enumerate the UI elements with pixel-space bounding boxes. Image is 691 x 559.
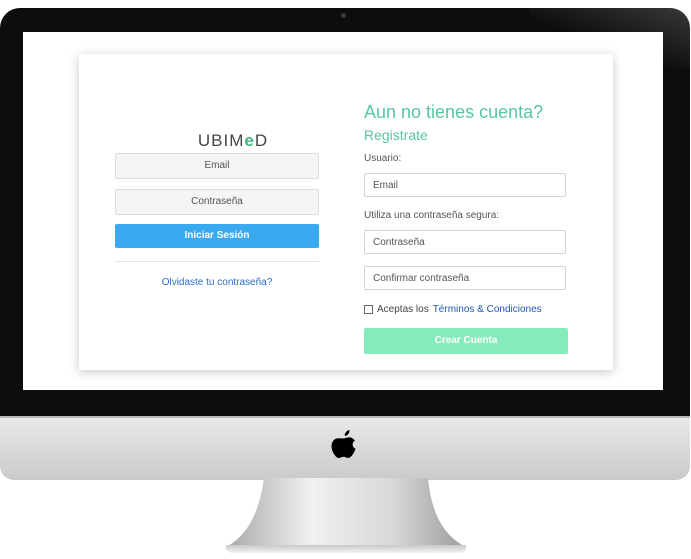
create-account-button[interactable]: Crear Cuenta xyxy=(364,328,568,354)
logo-text-prefix: UBIM xyxy=(197,131,245,150)
username-label: Usuario: xyxy=(364,153,402,164)
terms-row: Aceptas los Términos & Condiciones xyxy=(364,304,542,315)
terms-prefix: Aceptas los xyxy=(377,304,429,315)
register-confirm-password-input[interactable]: Confirmar contraseña xyxy=(364,266,566,290)
register-subtitle: Registrate xyxy=(364,127,428,143)
terms-link[interactable]: Términos & Condiciones xyxy=(433,304,542,315)
brand-logo: UBIMeD xyxy=(183,131,283,151)
divider xyxy=(115,261,319,262)
camera-icon xyxy=(341,13,346,18)
logo-text-mid: e xyxy=(244,131,255,150)
login-password-input[interactable]: Contraseña xyxy=(115,189,319,215)
terms-checkbox[interactable] xyxy=(364,305,373,314)
register-password-input[interactable]: Contraseña xyxy=(364,230,566,254)
auth-card: UBIMeD Email Contraseña Iniciar Sesión O… xyxy=(79,54,613,370)
login-button[interactable]: Iniciar Sesión xyxy=(115,224,319,248)
password-hint-label: Utiliza una contraseña segura: xyxy=(364,210,500,221)
forgot-password-link[interactable]: Olvidaste tu contraseña? xyxy=(115,277,319,288)
register-title: Aun no tienes cuenta? xyxy=(364,102,544,122)
register-email-input[interactable]: Email xyxy=(364,173,566,197)
monitor-stand xyxy=(228,478,464,546)
stand-base xyxy=(226,545,466,553)
apple-icon xyxy=(331,430,356,458)
screen: UBIMeD Email Contraseña Iniciar Sesión O… xyxy=(23,32,663,390)
login-email-input[interactable]: Email xyxy=(115,153,319,179)
logo-text-suffix: D xyxy=(254,131,269,150)
